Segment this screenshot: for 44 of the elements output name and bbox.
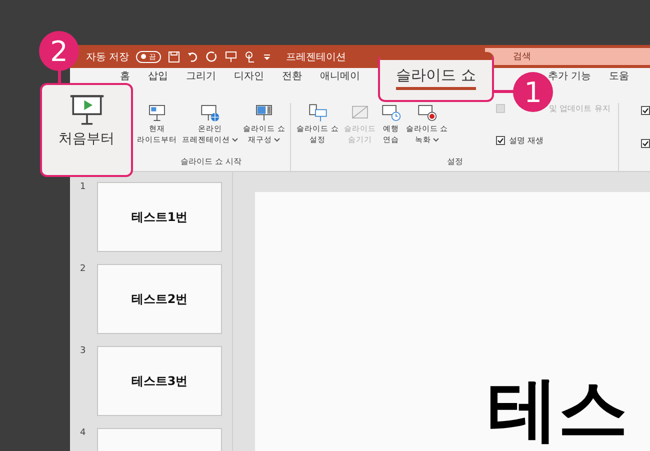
ribbon-tab[interactable]: 홈 [120, 71, 130, 82]
group-label: 설정 [446, 156, 463, 168]
checkbox[interactable] [641, 106, 650, 115]
ribbon-tab[interactable]: 그리기 [186, 71, 216, 82]
presenter-icon[interactable] [225, 50, 238, 62]
ribbon-tab[interactable]: 도움 [609, 71, 630, 82]
undo-icon[interactable] [187, 50, 200, 62]
group-label: 슬라이드 쇼 시작 [180, 156, 242, 168]
slide-number: 2 [80, 264, 87, 276]
leader-line [493, 90, 515, 92]
checkbox-label[interactable]: 설명 재생 [509, 135, 544, 146]
slide-settings-icon [308, 103, 328, 123]
slide-thumbnail[interactable]: 테스트1번 [97, 182, 222, 252]
projector-screen-icon [68, 93, 104, 127]
step-number: 2 [39, 31, 79, 71]
redo-icon[interactable] [206, 50, 218, 62]
slide-thumbnail[interactable]: 테스트3번 [97, 346, 222, 416]
ribbon-tab[interactable]: 전환 [282, 71, 302, 82]
slide-thumbnail[interactable]: 테스트2번 [97, 264, 222, 334]
screen-globe-icon [200, 103, 220, 123]
slide-show-tab[interactable]: 슬라이드 쇼 [396, 66, 476, 90]
slide-number: 1 [80, 182, 87, 194]
screen-record-icon [416, 103, 437, 123]
ribbon-tab[interactable]: 디자인 [234, 71, 264, 82]
touch-icon[interactable] [244, 50, 256, 62]
customize-menu-icon[interactable] [263, 52, 272, 60]
slide-number: 3 [80, 346, 87, 358]
search-field[interactable]: 검색 [485, 48, 650, 65]
slide-title: 테스 [488, 369, 628, 449]
checkmark-icon [497, 137, 504, 144]
slide-number: 4 [80, 428, 87, 440]
slide-screen-icon [254, 103, 274, 123]
slide-screen-icon [147, 103, 167, 123]
ribbon-tab[interactable]: 삽입 [148, 71, 168, 82]
screen-clock-icon [380, 103, 401, 123]
ribbon-tab[interactable]: 애니메이 [320, 71, 360, 82]
save-icon[interactable] [168, 50, 180, 62]
document-title: 프레젠테이션 [286, 50, 346, 64]
from-beginning-button[interactable]: 처음부터 [42, 85, 131, 148]
checkbox[interactable] [641, 139, 650, 148]
checkmark-icon [642, 140, 649, 147]
autosave-label: 자동 저장 [86, 50, 130, 64]
checkbox[interactable] [496, 136, 506, 145]
checkmark-icon [642, 107, 649, 114]
